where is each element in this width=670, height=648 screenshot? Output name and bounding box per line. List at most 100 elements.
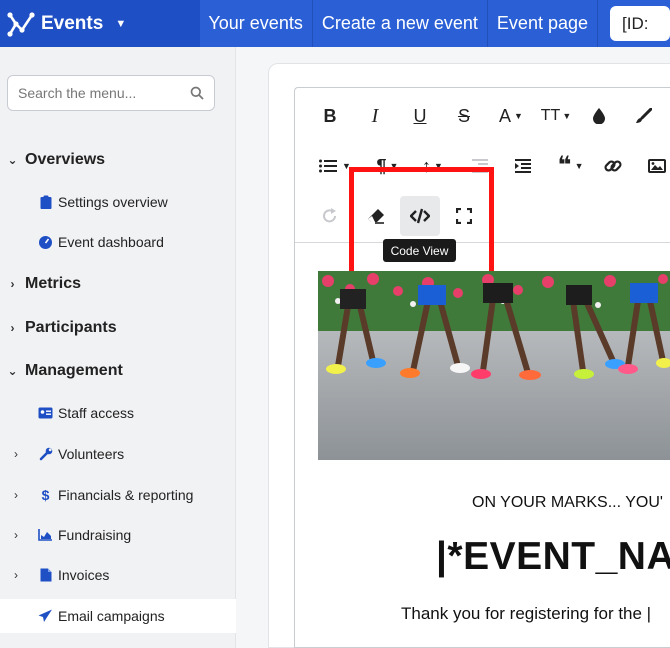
paper-plane-icon xyxy=(38,609,53,624)
caret-down-icon: ▼ xyxy=(562,111,572,121)
chevron-right-icon[interactable]: › xyxy=(14,447,18,461)
outdent-button[interactable] xyxy=(460,146,500,186)
id-card-icon xyxy=(38,406,53,421)
sidebar-item-email-campaigns[interactable]: Email campaigns xyxy=(0,599,236,633)
redo-button[interactable] xyxy=(310,196,350,236)
caret-down-icon: ▼ xyxy=(115,17,127,30)
line-height-icon: ↕ xyxy=(422,155,432,176)
section-metrics[interactable]: › Metrics xyxy=(0,269,236,299)
sidebar: ⌄ Overviews Settings overview Event dash… xyxy=(0,47,236,648)
section-label: Overviews xyxy=(25,151,106,168)
code-view-button[interactable] xyxy=(400,196,440,236)
sidebar-item-settings-overview[interactable]: Settings overview xyxy=(0,185,236,219)
sidebar-item-event-dashboard[interactable]: Event dashboard xyxy=(0,225,236,259)
sidebar-item-label: Financials & reporting xyxy=(58,487,194,503)
list-dropdown[interactable]: ▼ xyxy=(310,146,360,186)
section-label: Management xyxy=(25,362,123,379)
quote-icon: ❝ xyxy=(557,152,572,179)
editor-toolbar: B I U S A ▼ TT ▼ ▼ ¶ ▼ ↕ ▼ ❝ ▼ xyxy=(295,88,670,243)
nav-event-page[interactable]: Event page xyxy=(488,0,598,47)
gauge-icon xyxy=(38,235,53,250)
link-button[interactable] xyxy=(593,146,633,186)
paragraph-dropdown[interactable]: ¶ ▼ xyxy=(365,146,410,186)
menu-search[interactable] xyxy=(7,75,215,111)
clear-formatting-button[interactable] xyxy=(356,196,396,236)
sidebar-item-label: Volunteers xyxy=(58,446,125,462)
fullscreen-button[interactable] xyxy=(444,196,484,236)
list-icon xyxy=(319,159,338,173)
caret-down-icon: ▼ xyxy=(342,161,351,171)
underline-button[interactable]: U xyxy=(400,96,440,136)
indent-button[interactable] xyxy=(503,146,543,186)
chevron-down-icon: ⌄ xyxy=(7,364,18,378)
section-overviews[interactable]: ⌄ Overviews xyxy=(0,145,236,175)
section-label: Participants xyxy=(25,319,117,336)
outdent-icon xyxy=(472,159,488,173)
font-family-dropdown[interactable]: A ▼ xyxy=(490,96,532,136)
search-input[interactable] xyxy=(18,85,178,101)
paragraph-icon: ¶ xyxy=(376,155,387,176)
quote-dropdown[interactable]: ❝ ▼ xyxy=(548,146,593,186)
thank-you-text: Thank you for registering for the | xyxy=(401,604,652,623)
caret-down-icon: ▼ xyxy=(574,161,584,171)
droplet-icon xyxy=(593,108,605,124)
font-size-dropdown[interactable]: TT ▼ xyxy=(535,96,577,136)
eraser-icon xyxy=(367,208,385,224)
sidebar-item-label: Email campaigns xyxy=(58,608,165,624)
chevron-down-icon: ⌄ xyxy=(7,153,18,167)
text-color-button[interactable] xyxy=(579,96,619,136)
sidebar-item-label: Event dashboard xyxy=(58,234,164,250)
caret-down-icon: ▼ xyxy=(389,161,399,171)
sidebar-item-fundraising[interactable]: › Fundraising xyxy=(0,518,236,552)
image-button[interactable] xyxy=(637,146,670,186)
chevron-right-icon[interactable]: › xyxy=(14,568,18,582)
area-chart-icon xyxy=(38,528,53,543)
wrench-icon xyxy=(38,447,53,462)
sidebar-item-invoices[interactable]: › Invoices xyxy=(0,558,236,592)
strikethrough-button[interactable]: S xyxy=(444,96,484,136)
event-id-box[interactable]: [ID: xyxy=(610,6,670,41)
dollar-icon: $ xyxy=(41,487,50,503)
chevron-right-icon[interactable]: › xyxy=(14,528,18,542)
code-view-tooltip: Code View xyxy=(383,239,456,262)
bold-button[interactable]: B xyxy=(310,96,350,136)
line-height-dropdown[interactable]: ↕ ▼ xyxy=(410,146,455,186)
size-glyph: TT xyxy=(540,107,561,124)
highlight-button[interactable] xyxy=(624,96,664,136)
link-icon xyxy=(604,157,622,175)
redo-icon xyxy=(322,208,338,224)
nav-create-event[interactable]: Create a new event xyxy=(313,0,488,47)
chevron-right-icon: › xyxy=(10,321,15,335)
section-label: Metrics xyxy=(25,275,82,292)
top-bar: Events ▼ Your events Create a new event … xyxy=(0,0,670,47)
expand-icon xyxy=(456,208,472,224)
sidebar-item-volunteers[interactable]: › Volunteers xyxy=(0,437,236,471)
sidebar-item-label: Settings overview xyxy=(58,194,168,210)
section-participants[interactable]: › Participants xyxy=(0,313,236,343)
indent-icon xyxy=(515,159,531,173)
search-icon[interactable] xyxy=(190,86,204,100)
image-icon xyxy=(648,159,666,173)
sidebar-item-label: Fundraising xyxy=(58,527,132,543)
sidebar-item-label: Invoices xyxy=(58,567,110,583)
document-icon xyxy=(38,568,53,583)
section-management[interactable]: ⌄ Management xyxy=(0,356,236,386)
brand-menu[interactable]: Events ▼ xyxy=(0,0,201,47)
chevron-right-icon[interactable]: › xyxy=(14,488,18,502)
caret-down-icon: ▼ xyxy=(434,161,443,171)
caret-down-icon: ▼ xyxy=(514,111,523,121)
events-logo-icon xyxy=(6,9,36,39)
brand-title: Events xyxy=(41,12,104,34)
clipboard-icon xyxy=(38,195,53,210)
code-icon xyxy=(410,208,430,224)
sidebar-item-label: Staff access xyxy=(58,405,135,421)
chevron-right-icon: › xyxy=(10,277,15,291)
sidebar-item-financials[interactable]: › $ Financials & reporting xyxy=(0,478,236,512)
runners-hero-image xyxy=(318,271,670,460)
nav-your-events[interactable]: Your events xyxy=(200,0,313,47)
sidebar-item-staff-access[interactable]: Staff access xyxy=(0,396,236,430)
paintbrush-icon xyxy=(636,108,652,124)
headline-text: ON YOUR MARKS... YOU' xyxy=(472,494,663,511)
top-nav: Your events Create a new event Event pag… xyxy=(200,0,670,47)
italic-button[interactable]: I xyxy=(355,96,395,136)
